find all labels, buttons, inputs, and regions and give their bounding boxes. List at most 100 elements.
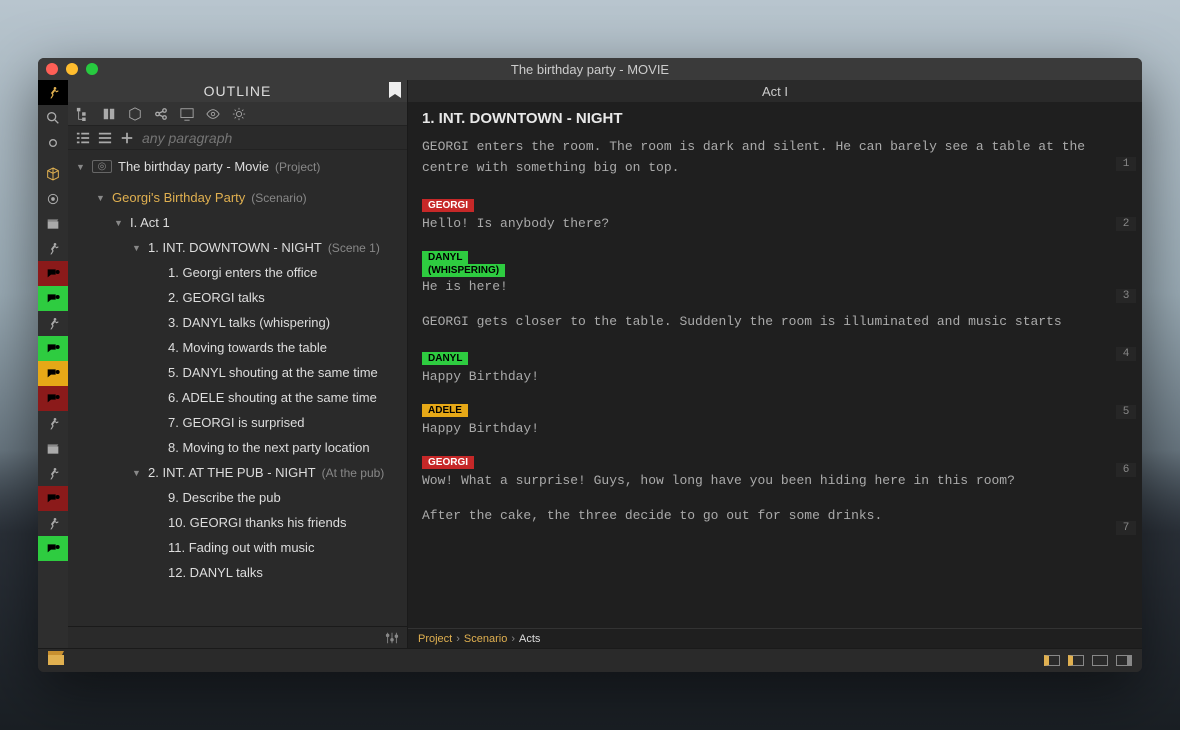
character-tag-adele[interactable]: ADELE xyxy=(422,404,468,417)
breadcrumb-acts[interactable]: Acts xyxy=(519,633,540,645)
rail-dot-icon[interactable] xyxy=(38,130,68,155)
layout-left2-icon[interactable] xyxy=(1068,655,1084,666)
tree-beat[interactable]: 5. DANYL shouting at the same time xyxy=(68,360,407,385)
gear-icon[interactable] xyxy=(232,107,246,121)
dialogue-text[interactable]: Hello! Is anybody there? xyxy=(422,214,1128,231)
tree-beat[interactable]: 8. Moving to the next party location xyxy=(68,435,407,460)
rail-dialogue-red3-icon[interactable] xyxy=(38,486,68,511)
tree-beat[interactable]: 2. GEORGI talks xyxy=(68,285,407,310)
layout-right-icon[interactable] xyxy=(1116,655,1132,666)
action-text[interactable]: GEORGI gets closer to the table. Suddenl… xyxy=(422,312,1128,333)
rail-running5-icon[interactable] xyxy=(38,461,68,486)
tree-beat[interactable]: 12. DANYL talks xyxy=(68,560,407,585)
tree-beat[interactable]: 1. Georgi enters the office xyxy=(68,260,407,285)
character-tag-danyl[interactable]: DANYL xyxy=(422,352,468,365)
breadcrumb-scenario[interactable]: Scenario xyxy=(464,633,507,645)
rail-dialogue-green-icon[interactable] xyxy=(38,286,68,311)
tree-scene-1[interactable]: ▼ 1. INT. DOWNTOWN - NIGHT (Scene 1) xyxy=(68,235,407,260)
screen-icon[interactable] xyxy=(180,107,194,121)
rail-running6-icon[interactable] xyxy=(38,511,68,536)
close-icon[interactable] xyxy=(46,63,58,75)
rail-running2-icon[interactable] xyxy=(38,236,68,261)
tree-act[interactable]: ▼ I. Act 1 xyxy=(68,210,407,235)
clapboard-icon[interactable] xyxy=(48,651,64,670)
scene-heading: 1. INT. DOWNTOWN - NIGHT xyxy=(408,102,1142,137)
tree-project[interactable]: ▼ ◎ The birthday party - Movie (Project) xyxy=(68,154,407,179)
chevron-down-icon[interactable]: ▼ xyxy=(96,193,106,203)
cube-tb-icon[interactable] xyxy=(128,107,142,121)
line-number: 4 xyxy=(1116,347,1136,361)
rail-running3-icon[interactable] xyxy=(38,311,68,336)
app-window: The birthday party - MOVIE xyxy=(38,58,1142,672)
chevron-down-icon[interactable]: ▼ xyxy=(132,243,142,253)
scene-2-suffix: (At the pub) xyxy=(322,466,385,480)
tree-beat[interactable]: 11. Fading out with music xyxy=(68,535,407,560)
rail-target-icon[interactable] xyxy=(38,186,68,211)
book-icon[interactable] xyxy=(102,107,116,121)
bottombar xyxy=(38,648,1142,672)
project-label: The birthday party - Movie xyxy=(118,159,269,174)
line-number: 5 xyxy=(1116,405,1136,419)
layout-left-icon[interactable] xyxy=(1044,655,1060,666)
breadcrumb-project[interactable]: Project xyxy=(418,633,452,645)
lines-icon[interactable] xyxy=(98,131,112,145)
sliders-icon[interactable] xyxy=(385,631,399,645)
rail-clapboard2-icon[interactable] xyxy=(38,436,68,461)
dialogue-text[interactable]: Wow! What a surprise! Guys, how long hav… xyxy=(422,471,1128,488)
rail-dialogue-red2-icon[interactable] xyxy=(38,386,68,411)
character-tag-georgi[interactable]: GEORGI xyxy=(422,199,474,212)
dialogue-text[interactable]: Happy Birthday! xyxy=(422,367,1128,384)
scene-1-heading: 1. INT. DOWNTOWN - NIGHT xyxy=(148,240,322,255)
search-input[interactable] xyxy=(142,130,399,146)
parenthetical[interactable]: (WHISPERING) xyxy=(422,264,505,277)
rail-cube-icon[interactable] xyxy=(38,161,68,186)
left-rail xyxy=(38,80,68,648)
rail-running4-icon[interactable] xyxy=(38,411,68,436)
tree-scene-2[interactable]: ▼ 2. INT. AT THE PUB - NIGHT (At the pub… xyxy=(68,460,407,485)
outline-panel: OUTLINE ▼ xyxy=(68,80,408,648)
dialogue-text[interactable]: He is here! xyxy=(422,277,1128,294)
action-text[interactable]: GEORGI enters the room. The room is dark… xyxy=(422,137,1128,179)
window-controls xyxy=(46,63,98,75)
line-number: 3 xyxy=(1116,289,1136,303)
character-tag-danyl[interactable]: DANYL xyxy=(422,251,468,264)
list-icon[interactable] xyxy=(76,131,90,145)
action-text[interactable]: After the cake, the three decide to go o… xyxy=(422,506,1128,527)
line-number: 7 xyxy=(1116,521,1136,535)
dialogue-text[interactable]: Happy Birthday! xyxy=(422,419,1128,436)
eye-icon[interactable] xyxy=(206,107,220,121)
tree-beat[interactable]: 3. DANYL talks (whispering) xyxy=(68,310,407,335)
plus-icon[interactable] xyxy=(120,131,134,145)
tree-scenario[interactable]: ▼ Georgi's Birthday Party (Scenario) xyxy=(68,185,407,210)
editor-content[interactable]: GEORGI enters the room. The room is dark… xyxy=(408,137,1142,628)
rail-clapboard-icon[interactable] xyxy=(38,211,68,236)
maximize-icon[interactable] xyxy=(86,63,98,75)
rail-dialogue-red-icon[interactable] xyxy=(38,261,68,286)
tree-beat[interactable]: 9. Describe the pub xyxy=(68,485,407,510)
breadcrumb: Project › Scenario › Acts xyxy=(408,628,1142,648)
share-icon[interactable] xyxy=(154,107,168,121)
scene-2-heading: 2. INT. AT THE PUB - NIGHT xyxy=(148,465,316,480)
character-tag-georgi[interactable]: GEORGI xyxy=(422,456,474,469)
rail-dialogue-green2-icon[interactable] xyxy=(38,336,68,361)
titlebar[interactable]: The birthday party - MOVIE xyxy=(38,58,1142,80)
chevron-down-icon[interactable]: ▼ xyxy=(76,162,86,172)
tree-icon[interactable] xyxy=(76,107,90,121)
rail-search-icon[interactable] xyxy=(38,105,68,130)
line-number: 1 xyxy=(1116,157,1136,171)
layout-plain-icon[interactable] xyxy=(1092,655,1108,666)
tree-beat[interactable]: 4. Moving towards the table xyxy=(68,335,407,360)
chevron-down-icon[interactable]: ▼ xyxy=(132,468,142,478)
tree-beat[interactable]: 10. GEORGI thanks his friends xyxy=(68,510,407,535)
rail-dialogue-orange-icon[interactable] xyxy=(38,361,68,386)
project-suffix: (Project) xyxy=(275,160,320,174)
bookmark-icon[interactable] xyxy=(389,82,401,101)
minimize-icon[interactable] xyxy=(66,63,78,75)
tree-beat[interactable]: 7. GEORGI is surprised xyxy=(68,410,407,435)
rail-dialogue-green3-icon[interactable] xyxy=(38,536,68,561)
tree-beat[interactable]: 6. ADELE shouting at the same time xyxy=(68,385,407,410)
chevron-down-icon[interactable]: ▼ xyxy=(114,218,124,228)
rail-running-icon[interactable] xyxy=(38,80,68,105)
outline-tree[interactable]: ▼ ◎ The birthday party - Movie (Project)… xyxy=(68,150,407,626)
camera-icon: ◎ xyxy=(92,160,112,173)
